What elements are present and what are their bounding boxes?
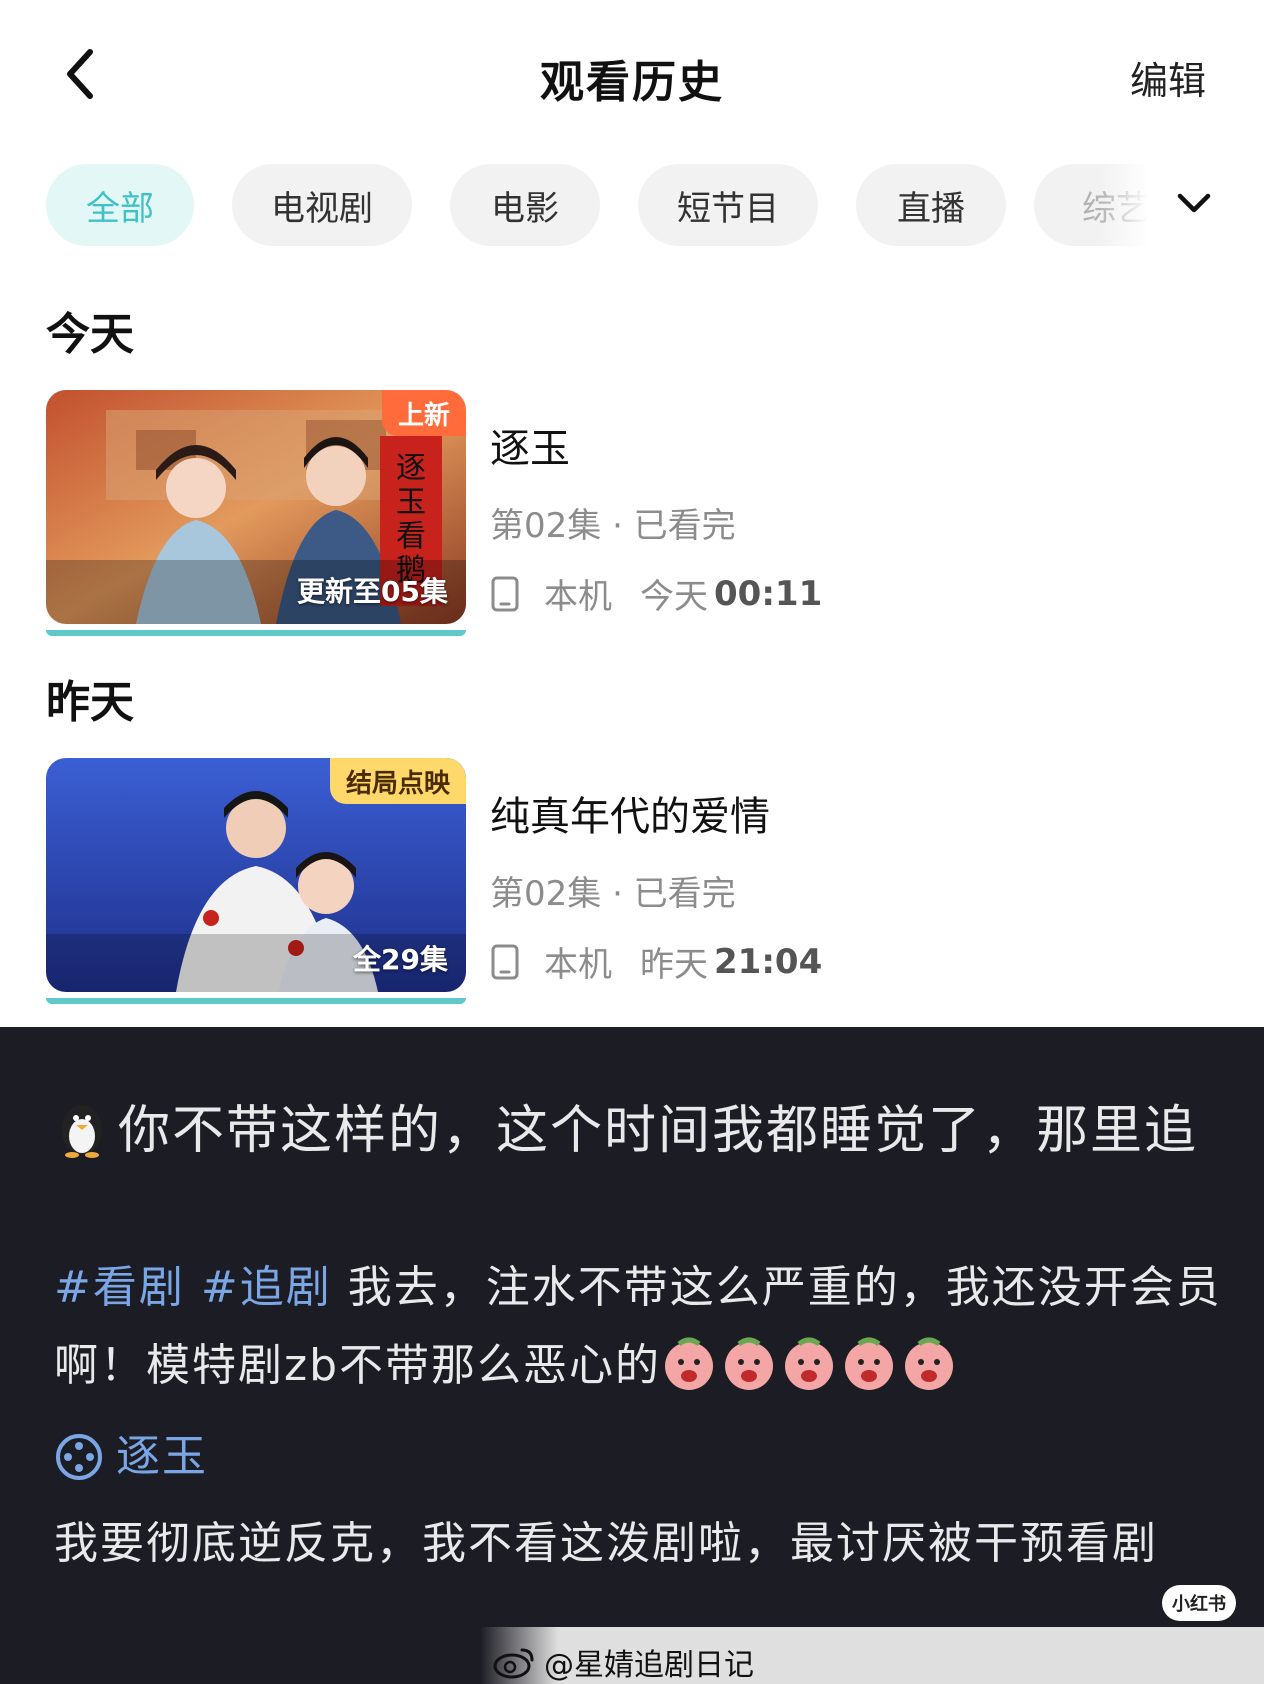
penguin-icon: [62, 1105, 102, 1158]
filter-chip-all[interactable]: 全部: [46, 164, 194, 246]
show-title: 纯真年代的爱情: [490, 794, 770, 840]
show-title: 逐玉: [490, 426, 570, 472]
topic-link[interactable]: 逐玉: [54, 1425, 1224, 1489]
watch-meta: 本机 今天 00:11: [490, 569, 1190, 618]
phone-icon: [491, 944, 519, 979]
watermark-text: @星婧追剧日记: [544, 1648, 754, 1683]
poster-title-char: 看: [396, 519, 426, 554]
category-filter-bar: 全部 电视剧 电影 短节目 直播 综艺: [46, 164, 1166, 246]
device-label: 本机: [544, 945, 612, 985]
new-badge: 上新: [381, 390, 466, 436]
hashtag-link[interactable]: #看剧: [54, 1262, 185, 1313]
film-reel-icon: [56, 1434, 102, 1480]
filter-fade-overlay: [1100, 164, 1170, 246]
chevron-down-icon[interactable]: [1174, 184, 1214, 224]
poster-thumbnail: 逐 玉 看 鹅 上新 更新至05集: [46, 390, 466, 624]
hashtag-link[interactable]: #追剧: [201, 1262, 332, 1313]
history-item[interactable]: 结局点映 全29集 纯真年代的爱情 第02集 · 已看完 本机 昨天 21:04: [46, 758, 1206, 1004]
filter-chip-movie[interactable]: 电影: [450, 164, 600, 246]
crying-face-emoji-icon: [905, 1337, 954, 1390]
phone-icon: [491, 576, 519, 611]
watch-meta: 本机 昨天 21:04: [490, 937, 1190, 986]
item-info: 纯真年代的爱情 第02集 · 已看完 本机 昨天 21:04: [490, 758, 1190, 986]
episode-count-label: 全29集: [353, 943, 448, 976]
edit-button[interactable]: 编辑: [1130, 50, 1206, 105]
crying-face-emoji-icon: [725, 1337, 774, 1390]
episode-progress: 第02集 · 已看完: [490, 506, 736, 546]
device-label: 本机: [544, 577, 612, 617]
filter-chip-short[interactable]: 短节目: [638, 164, 818, 246]
xiaohongshu-badge: 小红书: [1162, 1585, 1236, 1621]
social-post: 你不带这样的，这个时间我都睡觉了，那里追 #看剧 #追剧 我去，注水不带这么严重…: [0, 1027, 1264, 1684]
crying-face-emoji-icon: [845, 1337, 894, 1390]
watch-time: 21:04: [714, 941, 823, 982]
filter-chip-tv[interactable]: 电视剧: [232, 164, 412, 246]
post-headline: 你不带这样的，这个时间我都睡觉了，那里追: [54, 1089, 1224, 1173]
watch-progress-bar: [46, 998, 466, 1004]
poster-title-char: 玉: [396, 485, 426, 520]
watch-day: 昨天: [640, 945, 708, 985]
page-title: 观看历史: [540, 57, 724, 108]
watch-time: 00:11: [714, 573, 823, 614]
poster-title-char: 逐: [396, 451, 426, 486]
watch-history-screen: 观看历史 编辑 全部 电视剧 电影 短节目 直播 综艺 今天: [0, 0, 1264, 1027]
crying-face-emoji-icon: [785, 1337, 834, 1390]
crying-face-emoji-icon: [665, 1337, 714, 1390]
history-item[interactable]: 逐 玉 看 鹅 上新 更新至05集 逐玉 第02集 · 已看完 本机 今天 00…: [46, 390, 1206, 636]
headline-text: 你不带这样的，这个时间我都睡觉了，那里追: [118, 1101, 1199, 1161]
weibo-watermark: @星婧追剧日记: [492, 1639, 754, 1684]
episode-count-label: 更新至05集: [297, 575, 448, 608]
filter-chip-live[interactable]: 直播: [856, 164, 1006, 246]
poster-thumbnail: 结局点映 全29集: [46, 758, 466, 992]
post-body: #看剧 #追剧 我去，注水不带这么严重的，我还没开会员啊！模特剧zb不带那么恶心…: [54, 1249, 1224, 1405]
section-title-today: 今天: [46, 309, 134, 360]
item-info: 逐玉 第02集 · 已看完 本机 今天 00:11: [490, 390, 1190, 618]
weibo-logo-icon: [493, 1648, 534, 1679]
watch-day: 今天: [640, 577, 708, 617]
finale-badge: 结局点映: [329, 758, 466, 804]
topic-label: 逐玉: [116, 1431, 208, 1482]
watch-progress-bar: [46, 630, 466, 636]
section-title-yesterday: 昨天: [46, 677, 134, 728]
episode-progress: 第02集 · 已看完: [490, 874, 736, 914]
post-body-2: 我要彻底逆反克，我不看这泼剧啦，最讨厌被干预看剧: [54, 1518, 1158, 1569]
